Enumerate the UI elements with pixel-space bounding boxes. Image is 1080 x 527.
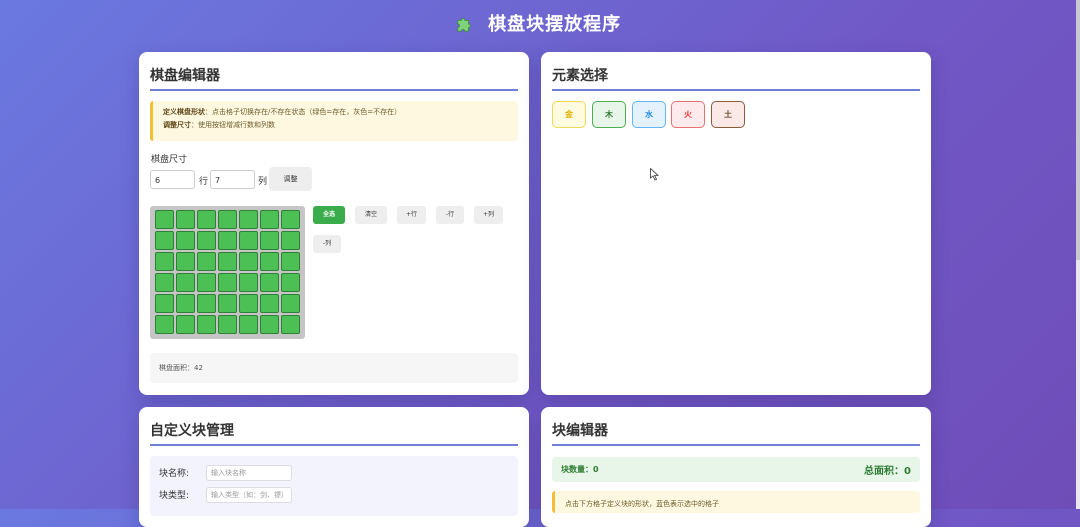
hint-shape-strong: 定义棋盘形状: [163, 108, 205, 116]
block-total-area: 总面积：0: [864, 466, 911, 477]
clear-button[interactable]: 清空: [355, 206, 387, 224]
cols-unit: 列: [258, 177, 268, 187]
board-cell[interactable]: [260, 252, 279, 271]
page-scrollbar[interactable]: [1076, 0, 1080, 509]
board-cell[interactable]: [218, 273, 237, 292]
board-cell[interactable]: [176, 294, 195, 313]
board-cell[interactable]: [260, 210, 279, 229]
rows-input[interactable]: 6: [150, 170, 195, 189]
element-wood-button[interactable]: 木: [592, 101, 626, 128]
block-editor-title: 块编辑器: [552, 420, 920, 446]
board-cell[interactable]: [281, 294, 300, 313]
board-cell[interactable]: [260, 273, 279, 292]
board-area: 棋盘面积：42: [150, 353, 518, 383]
board-editor-title: 棋盘编辑器: [150, 65, 518, 91]
add-row-button[interactable]: +行: [397, 206, 426, 224]
custom-blocks-title: 自定义块管理: [150, 420, 518, 446]
hint-shape-text: ：点击格子切换存在/不存在状态（绿色=存在，灰色=不存在）: [205, 108, 402, 116]
adjust-button[interactable]: 调整: [269, 167, 312, 191]
board-cell[interactable]: [218, 315, 237, 334]
board-cell[interactable]: [218, 294, 237, 313]
remove-row-button[interactable]: -行: [436, 206, 464, 224]
board-cell[interactable]: [197, 252, 216, 271]
board-cell[interactable]: [197, 294, 216, 313]
board-cell[interactable]: [197, 315, 216, 334]
board-grid: [150, 206, 305, 339]
select-all-button[interactable]: 全选: [313, 206, 345, 224]
remove-col-button[interactable]: -列: [313, 235, 341, 253]
board-cell[interactable]: [281, 273, 300, 292]
block-editor-hint-text: 点击下方格子定义块的形状，蓝色表示选中的格子: [565, 500, 719, 508]
block-type-input[interactable]: 输入类型（如：剑、镖）: [206, 487, 292, 503]
app-title-text: 棋盘块摆放程序: [488, 14, 622, 35]
board-size-label: 棋盘尺寸: [151, 155, 188, 165]
board-cell[interactable]: [155, 231, 174, 250]
element-metal-button[interactable]: 金: [552, 101, 586, 128]
board-cell[interactable]: [239, 210, 258, 229]
page-scrollbar-thumb[interactable]: [1076, 0, 1080, 260]
board-hint: 定义棋盘形状：点击格子切换存在/不存在状态（绿色=存在，灰色=不存在） 调整尺寸…: [150, 101, 518, 141]
element-select-title: 元素选择: [552, 65, 920, 91]
block-stats-bar: 块数量：0 总面积：0: [552, 457, 920, 482]
board-cell[interactable]: [239, 315, 258, 334]
board-cell[interactable]: [218, 210, 237, 229]
app-title: 棋盘块摆放程序: [0, 10, 1076, 36]
block-editor-hint: 点击下方格子定义块的形状，蓝色表示选中的格子: [552, 491, 920, 513]
board-cell[interactable]: [218, 231, 237, 250]
board-cell[interactable]: [281, 315, 300, 334]
board-cell[interactable]: [260, 231, 279, 250]
rows-unit: 行: [199, 177, 209, 187]
board-cell[interactable]: [176, 252, 195, 271]
board-cell[interactable]: [281, 231, 300, 250]
board-cell[interactable]: [155, 315, 174, 334]
block-name-label: 块名称:: [159, 469, 190, 479]
board-cell[interactable]: [176, 315, 195, 334]
element-water-button[interactable]: 水: [632, 101, 666, 128]
board-cell[interactable]: [239, 231, 258, 250]
board-cell[interactable]: [155, 252, 174, 271]
board-cell[interactable]: [176, 210, 195, 229]
element-earth-button[interactable]: 土: [711, 101, 745, 128]
board-cell[interactable]: [155, 210, 174, 229]
board-cell[interactable]: [239, 252, 258, 271]
board-cell[interactable]: [197, 273, 216, 292]
block-count: 块数量：0: [561, 465, 599, 474]
mouse-cursor-icon: [650, 168, 659, 181]
hint-size-strong: 调整尺寸: [163, 121, 191, 129]
puzzle-icon: [457, 18, 471, 32]
custom-block-form: [150, 456, 518, 516]
board-cell[interactable]: [197, 231, 216, 250]
board-cell[interactable]: [260, 294, 279, 313]
board-cell[interactable]: [155, 294, 174, 313]
board-cell[interactable]: [239, 294, 258, 313]
board-cell[interactable]: [197, 210, 216, 229]
cols-input[interactable]: 7: [210, 170, 255, 189]
board-cell[interactable]: [176, 273, 195, 292]
board-cell[interactable]: [260, 315, 279, 334]
board-cell[interactable]: [281, 252, 300, 271]
board-cell[interactable]: [218, 252, 237, 271]
block-type-label: 块类型:: [159, 491, 190, 501]
add-col-button[interactable]: +列: [474, 206, 503, 224]
board-cell[interactable]: [155, 273, 174, 292]
element-fire-button[interactable]: 火: [671, 101, 705, 128]
board-cell[interactable]: [176, 231, 195, 250]
block-name-input[interactable]: 输入块名称: [206, 465, 292, 481]
board-cell[interactable]: [281, 210, 300, 229]
hint-size-text: ：使用按钮增减行数和列数: [191, 121, 275, 129]
board-cell[interactable]: [239, 273, 258, 292]
